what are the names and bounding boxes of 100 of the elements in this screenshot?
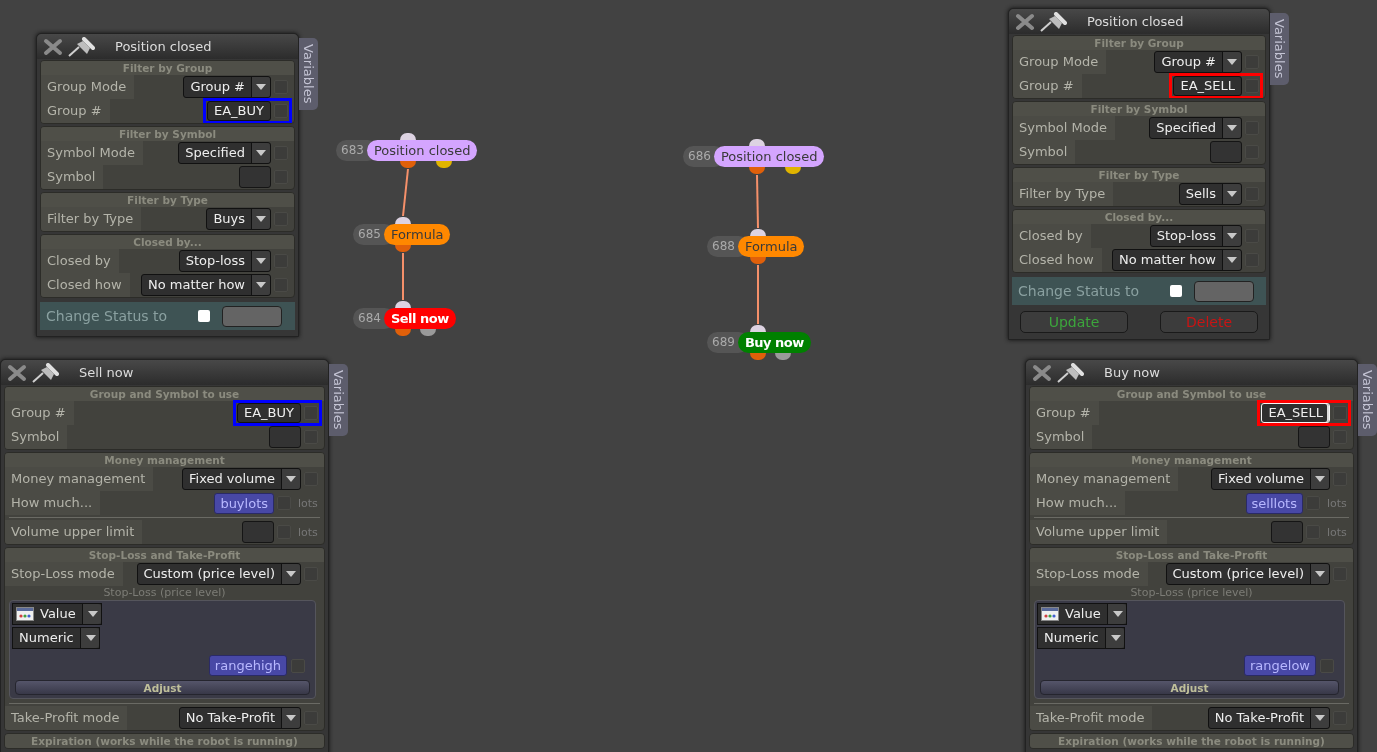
dropdown[interactable]: Sells [1178, 183, 1242, 205]
update-button[interactable]: Update [1020, 311, 1128, 333]
pin-icon[interactable] [1039, 11, 1067, 32]
window-title: Buy now [1104, 365, 1160, 380]
adjust-button[interactable]: Adjust [1040, 680, 1339, 695]
dropdown[interactable]: No matter how [1112, 249, 1242, 271]
dropdown[interactable]: Specified [1149, 117, 1242, 139]
variable-chip[interactable]: rangelow [1244, 655, 1316, 676]
color-swatch[interactable] [1194, 280, 1254, 302]
pin-icon[interactable] [67, 36, 95, 57]
option-checkbox[interactable] [304, 406, 318, 420]
caret-icon [1227, 257, 1237, 263]
field-label: Symbol [41, 165, 104, 189]
field-label: Symbol Mode [41, 141, 143, 165]
section-heading: Money management [1030, 453, 1353, 467]
variables-tab[interactable]: Variables [299, 38, 318, 110]
dropdown[interactable]: Numeric [1037, 627, 1125, 649]
adjust-button[interactable]: Adjust [15, 680, 310, 695]
section-heading: Expiration (works while the robot is running) [5, 734, 324, 748]
input-field[interactable] [242, 521, 274, 543]
dropdown[interactable]: Custom (price level) [1165, 563, 1330, 585]
dropdown[interactable]: Buys [206, 208, 271, 230]
caret-icon [86, 635, 97, 641]
dropdown[interactable]: Group # [1154, 51, 1242, 73]
caption-text: Stop-Loss (price level) [102, 586, 227, 599]
dropdown[interactable]: No Take-Profit [178, 707, 301, 729]
input-field[interactable] [1298, 426, 1330, 448]
close-icon[interactable] [1015, 12, 1035, 31]
field-label: How much... [5, 491, 101, 515]
input-field[interactable] [269, 426, 301, 448]
node-label[interactable]: Buy now [737, 332, 811, 353]
variable-chip[interactable]: rangehigh [208, 655, 287, 676]
field-label: Closed how [41, 273, 130, 297]
dropdown[interactable]: Value [1037, 603, 1127, 625]
unit-label: lots [1327, 525, 1348, 539]
section-heading: Closed by... [41, 235, 294, 249]
field-label: Take-Profit mode [1030, 706, 1153, 730]
dropdown[interactable]: Specified [178, 142, 271, 164]
option-checkbox[interactable] [274, 104, 288, 118]
text-field[interactable]: EA_BUY [207, 101, 271, 121]
node-label[interactable]: Formula [383, 224, 451, 245]
node-label[interactable]: Sell now [383, 308, 456, 329]
field-label: Volume upper limit [1030, 520, 1168, 544]
caret-icon [1227, 59, 1237, 65]
connector-line [402, 252, 404, 301]
node-label[interactable]: Position closed [366, 140, 478, 161]
variables-tab[interactable]: Variables [1270, 13, 1289, 85]
caption-text: Stop-Loss (price level) [1129, 586, 1254, 599]
unit-label: lots [1327, 496, 1348, 510]
connector-line [757, 264, 759, 325]
close-icon[interactable] [7, 363, 27, 382]
text-field[interactable]: EA_SELL [1173, 76, 1242, 96]
field-label: Stop-Loss mode [1030, 562, 1148, 586]
field-label: Closed by [41, 249, 119, 273]
status-checkbox[interactable] [1170, 285, 1182, 297]
section-heading: Stop-Loss and Take-Profit [1030, 548, 1353, 562]
variable-chip[interactable]: selllots [1245, 492, 1303, 514]
dropdown[interactable]: Stop-loss [1149, 225, 1242, 247]
caret-icon [256, 84, 266, 90]
dropdown[interactable]: Fixed volume [1211, 468, 1330, 490]
dropdown[interactable]: Numeric [12, 627, 100, 649]
caret-icon [1227, 191, 1237, 197]
caret-icon [88, 611, 99, 617]
status-checkbox[interactable] [198, 310, 210, 322]
value-icon [16, 607, 34, 621]
pin-icon[interactable] [1056, 362, 1084, 383]
pin-icon[interactable] [31, 362, 59, 383]
unit-label: lots [298, 496, 319, 510]
caret-icon [286, 715, 296, 721]
close-icon[interactable] [43, 37, 63, 56]
input-field[interactable] [239, 166, 271, 188]
dropdown[interactable]: Stop-loss [178, 250, 271, 272]
dropdown[interactable]: Fixed volume [182, 468, 301, 490]
caret-icon [256, 216, 266, 222]
field-label: Volume upper limit [5, 520, 143, 544]
dropdown[interactable]: No Take-Profit [1207, 707, 1330, 729]
text-field[interactable]: EA_BUY [237, 403, 301, 423]
node-label[interactable]: Position closed [713, 146, 825, 167]
dropdown[interactable]: Custom (price level) [136, 563, 301, 585]
dropdown[interactable]: Value [12, 603, 102, 625]
variables-tab[interactable]: Variables [329, 364, 348, 436]
section-heading: Closed by... [1013, 210, 1265, 224]
variable-chip[interactable]: buylots [214, 492, 274, 514]
variables-tab[interactable]: Variables [1358, 364, 1377, 436]
field-label: Group # [41, 99, 110, 123]
node-label[interactable]: Formula [737, 236, 805, 257]
field-label: Group # [1030, 401, 1099, 425]
dropdown[interactable]: No matter how [141, 274, 271, 296]
status-label: Change Status to [46, 308, 169, 324]
section-heading: Money management [5, 453, 324, 467]
dropdown[interactable]: Group # [183, 76, 271, 98]
section-heading: Filter by Symbol [1013, 102, 1265, 116]
option-checkbox[interactable] [1333, 406, 1347, 420]
option-checkbox[interactable] [1245, 79, 1259, 93]
input-field[interactable] [1271, 521, 1303, 543]
text-field[interactable]: EA_SELL [1261, 403, 1330, 423]
close-icon[interactable] [1032, 363, 1052, 382]
color-swatch[interactable] [222, 305, 282, 327]
window-title: Sell now [79, 365, 134, 380]
input-field[interactable] [1210, 141, 1242, 163]
